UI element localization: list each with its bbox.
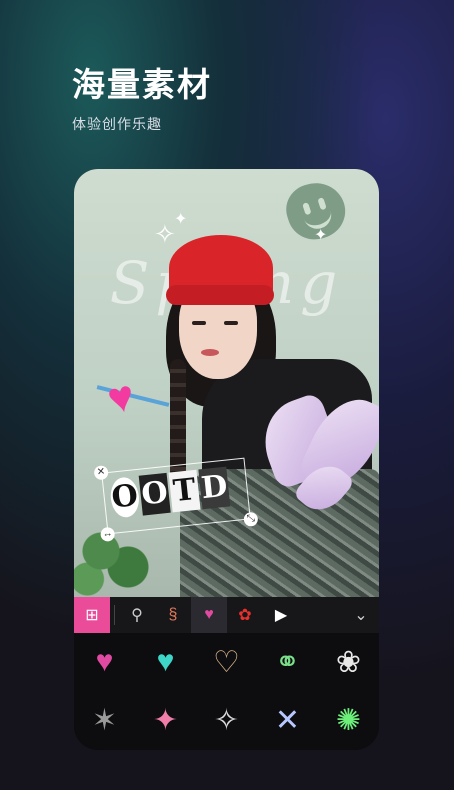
heart-chain-icon: ⚭ [274, 645, 301, 679]
teal-heart-icon: ♥ [156, 645, 175, 679]
pink-sparkle-icon: ✦ [152, 704, 179, 738]
sticker-item[interactable]: ✧ [196, 692, 257, 751]
ootd-letter: O [108, 475, 141, 519]
cross-sparkle-icon: ✕ [274, 704, 301, 738]
delete-handle-icon[interactable]: ✕ [93, 465, 109, 481]
sticker-item[interactable]: ⚭ [257, 633, 318, 692]
sticker-category-bar: ⊞ ⚲ § ♥ ✿ ▶ ⌄ [74, 597, 379, 633]
dark-butterfly-icon: ✶ [91, 704, 118, 738]
expand-button[interactable]: ⌄ [343, 597, 379, 633]
sticker-category-tab[interactable]: ⚲ [119, 597, 155, 633]
flower-ring-icon: ❀ [335, 645, 362, 679]
ootd-letter: T [168, 469, 201, 513]
sticker-item[interactable]: ✕ [257, 692, 318, 751]
sticker-item[interactable]: ✺ [318, 692, 379, 751]
person-eye [224, 321, 238, 325]
sticker-category-tab[interactable]: ✿ [227, 597, 263, 633]
add-sticker-icon: ⊞ [85, 607, 99, 624]
ootd-letter: O [138, 472, 171, 516]
play-icon: ▶ [274, 607, 288, 624]
sticker-category-tab[interactable]: ♥ [191, 597, 227, 633]
sticker-item[interactable]: ♡ [196, 633, 257, 692]
ribbon-icon: § [168, 606, 178, 623]
sticker-item[interactable]: ✦ [135, 692, 196, 751]
sticker-item[interactable]: ♥ [135, 633, 196, 692]
sticker-category-tab[interactable]: § [155, 597, 191, 633]
sticker-item[interactable]: ❀ [318, 633, 379, 692]
chevron-down-icon: ⌄ [354, 607, 368, 624]
sticker-grid: ♥ ♥ ♡ ⚭ ❀ ✶ ✦ ✧ ✕ ✺ [74, 633, 379, 750]
braid-left [170, 359, 186, 479]
heart-icon: ♥ [204, 606, 214, 623]
figure-icon: ⚲ [131, 607, 143, 624]
person-eye [192, 321, 206, 325]
promo-title: 海量素材 [72, 65, 212, 104]
sparkle-icon: ✦ [314, 227, 328, 244]
pink-checker-heart-icon: ♥ [95, 645, 114, 679]
sparkle-icon: ✦ [174, 211, 188, 228]
heart-sticker[interactable]: ♥ [103, 371, 139, 425]
sticker-item[interactable]: ✶ [74, 692, 135, 751]
add-sticker-button[interactable]: ⊞ [74, 597, 110, 633]
phone-mockup: Spring ✧ ✦ ✦ ♥ O O [74, 169, 379, 750]
promo-header: 海量素材 体验创作乐趣 [72, 58, 212, 134]
outline-sparkle-icon: ✧ [213, 704, 240, 738]
sticker-item[interactable]: ♥ [74, 633, 135, 692]
person-lips [201, 349, 219, 356]
outline-heart-icon: ♡ [213, 645, 240, 679]
butterfly-sticker[interactable] [252, 386, 379, 521]
flower-icon: ✿ [238, 607, 252, 624]
green-starburst-icon: ✺ [335, 704, 362, 738]
editor-canvas[interactable]: Spring ✧ ✦ ✦ ♥ O O [74, 169, 379, 597]
toolbar-divider [114, 605, 115, 625]
ootd-letter: D [198, 466, 231, 510]
sparkle-icon: ✧ [154, 219, 176, 249]
promo-subtitle: 体验创作乐趣 [72, 117, 162, 133]
red-beanie-rib [166, 285, 274, 305]
sticker-category-tab[interactable]: ▶ [263, 597, 299, 633]
